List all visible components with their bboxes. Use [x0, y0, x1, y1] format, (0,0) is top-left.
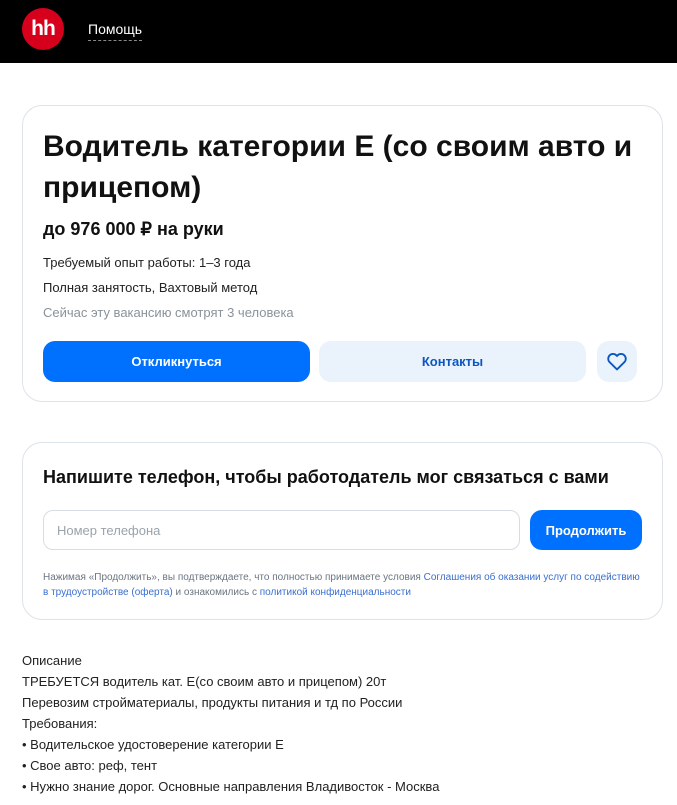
favorite-button[interactable] — [597, 341, 637, 382]
description-line: • Нужно знание дорог. Основные направлен… — [22, 779, 440, 794]
terms-text: Нажимая «Продолжить», вы подтверждаете, … — [43, 570, 643, 600]
description-heading: Описание — [22, 653, 82, 668]
description-line: • Свое авто: реф, тент — [22, 758, 158, 773]
top-bar: hh Помощь — [0, 0, 677, 63]
help-link[interactable]: Помощь — [88, 21, 143, 41]
description-line: Требования: — [22, 716, 98, 731]
viewers-text: Сейчас эту вакансию смотрят 3 человека — [43, 305, 294, 320]
terms-prefix: Нажимая «Продолжить», вы подтверждаете, … — [43, 572, 424, 583]
description-line: Перевозим стройматериалы, продукты питан… — [22, 695, 403, 710]
privacy-policy-link[interactable]: политикой конфиденциальности — [260, 587, 411, 598]
description-line: ТРЕБУЕТСЯ водитель кат. Е(со своим авто … — [22, 674, 387, 689]
phone-form-heading: Напишите телефон, чтобы работодатель мог… — [43, 467, 609, 487]
hh-logo[interactable]: hh — [22, 8, 64, 50]
vacancy-card: Водитель категории Е (со своим авто и пр… — [22, 105, 663, 402]
contacts-button[interactable]: Контакты — [319, 341, 586, 382]
experience-text: Требуемый опыт работы: 1–3 года — [43, 255, 251, 270]
phone-input[interactable] — [43, 510, 520, 550]
description-line: • Водительское удостоверение категории Е — [22, 737, 284, 752]
terms-middle: и ознакомились с — [172, 587, 260, 598]
respond-button[interactable]: Откликнуться — [43, 341, 310, 382]
heart-icon — [607, 353, 627, 371]
continue-button[interactable]: Продолжить — [530, 510, 642, 550]
description-section: Описание ТРЕБУЕТСЯ водитель кат. Е(со св… — [22, 650, 662, 797]
phone-form-card: Напишите телефон, чтобы работодатель мог… — [22, 442, 663, 620]
vacancy-title: Водитель категории Е (со своим авто и пр… — [43, 130, 633, 204]
employment-text: Полная занятость, Вахтовый метод — [43, 280, 258, 295]
salary: до 976 000 ₽ на руки — [43, 219, 224, 239]
